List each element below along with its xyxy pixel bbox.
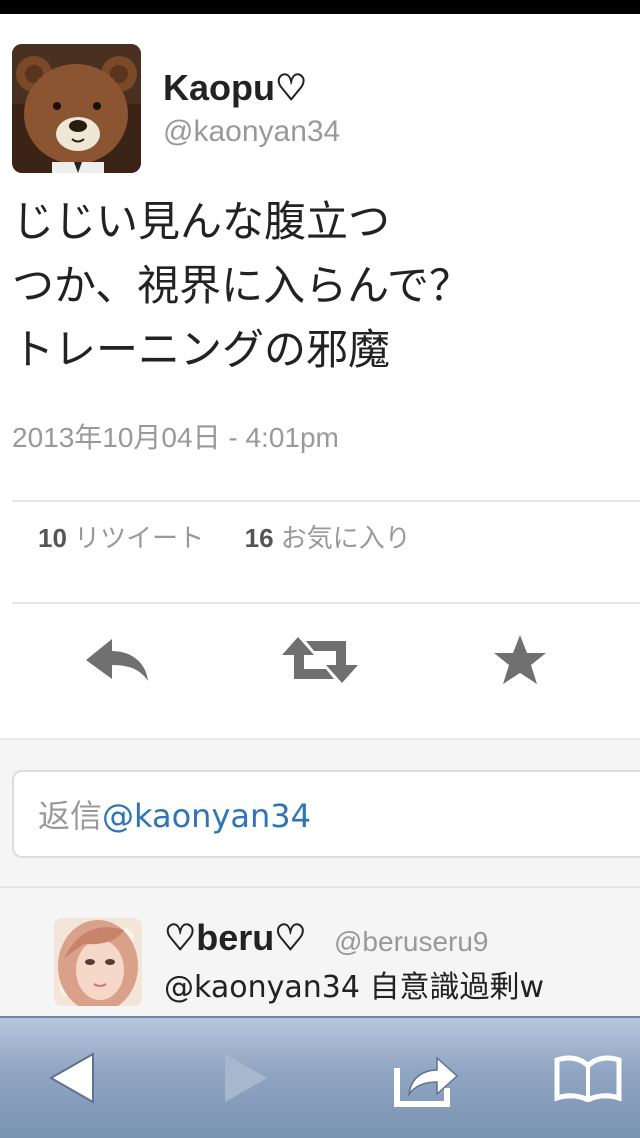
reply-prefix: 返信 (38, 797, 103, 835)
book-icon (554, 1055, 622, 1102)
reply-tweet[interactable]: ♡beru♡ @beruseru9 @kaonyan34 自意識過剰w (0, 886, 640, 1024)
reply-user-name[interactable]: ♡beru♡ (164, 916, 307, 960)
reply-input[interactable]: 返信@kaonyan34 (12, 770, 640, 858)
reply-placeholder: 返信@kaonyan34 (38, 794, 311, 838)
user-handle[interactable]: @kaonyan34 (163, 112, 340, 152)
divider (12, 500, 640, 502)
back-arrow-icon (48, 1052, 94, 1104)
reply-compose-area: 返信@kaonyan34 (0, 738, 640, 888)
share-icon (394, 1056, 459, 1107)
share-button[interactable] (376, 1036, 476, 1120)
tweet-stats: 10 リツイート 16 お気に入り (38, 516, 411, 560)
reply-button[interactable] (77, 620, 157, 700)
favorite-count[interactable]: 16 (245, 523, 274, 553)
divider (12, 602, 640, 604)
tweet-text-line: つか、視界に入らんで？ (12, 261, 472, 310)
reply-user-handle[interactable]: @beruseru9 (334, 922, 489, 962)
forward-arrow-icon (225, 1054, 267, 1102)
favorite-button[interactable] (480, 620, 560, 700)
tweet-text: じじい見んな腹立つ つか、視界に入らんで？ トレーニングの邪魔 (12, 190, 632, 382)
tweet-text-line: トレーニングの邪魔 (12, 325, 391, 374)
user-avatar[interactable] (12, 44, 141, 173)
bookmarks-button[interactable] (538, 1036, 638, 1120)
back-button[interactable] (22, 1036, 122, 1120)
reply-icon (86, 639, 148, 681)
reply-avatar[interactable] (54, 918, 142, 1006)
retweet-label[interactable]: リツイート (74, 523, 204, 553)
bear-avatar-image (12, 44, 141, 173)
reply-text: @kaonyan34 自意識過剰w (164, 970, 544, 1005)
tweet-text-line: じじい見んな腹立つ (12, 197, 391, 246)
status-bar (0, 0, 640, 14)
user-display-name[interactable]: Kaopu♡ (163, 66, 307, 110)
reply-mention: @kaonyan34 (102, 797, 311, 835)
retweet-icon (282, 637, 358, 683)
star-icon (494, 635, 546, 684)
forward-button[interactable] (196, 1036, 296, 1120)
retweet-count[interactable]: 10 (38, 523, 67, 553)
girl-avatar-image (54, 918, 142, 1006)
browser-toolbar (0, 1016, 640, 1138)
tweet-timestamp: 2013年10月04日 - 4:01pm (12, 422, 339, 453)
favorite-label[interactable]: お気に入り (281, 523, 411, 553)
retweet-button[interactable] (280, 620, 360, 700)
